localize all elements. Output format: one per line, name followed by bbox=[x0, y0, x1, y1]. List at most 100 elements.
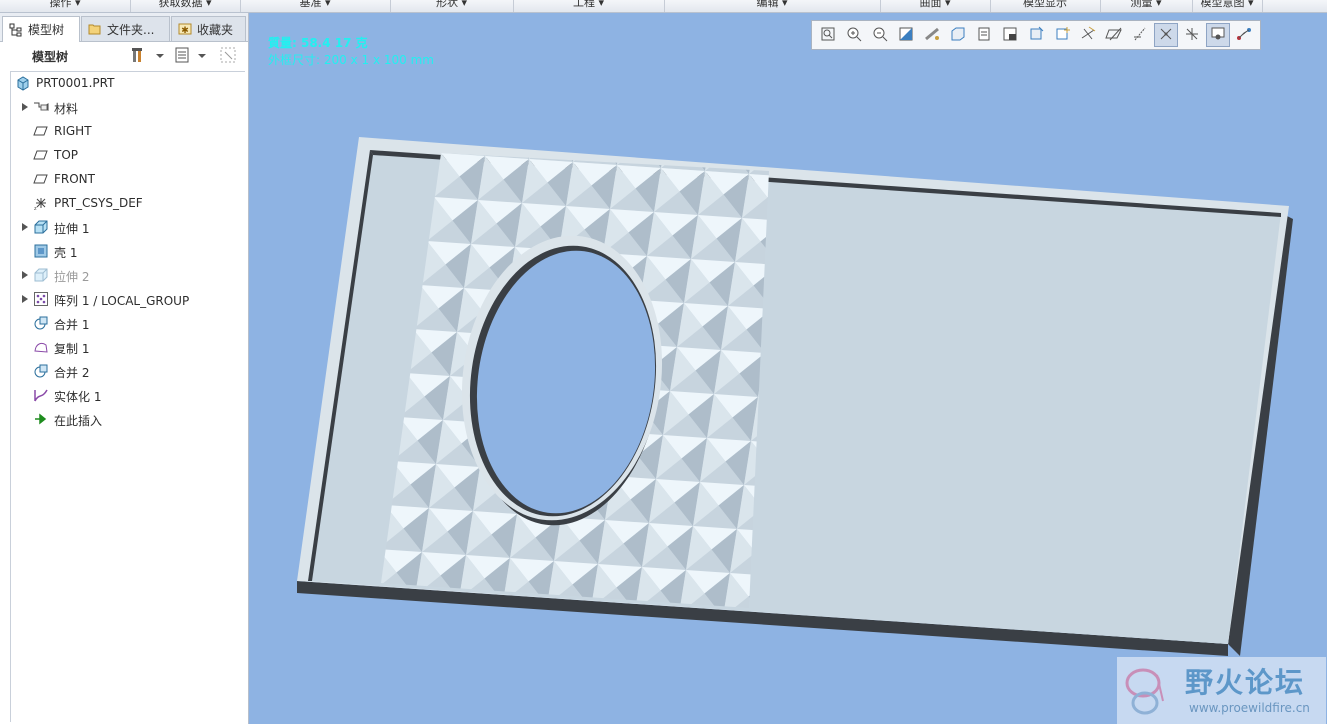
pyramid-face bbox=[404, 106, 448, 130]
tab-favorites[interactable]: ✱ 收藏夹 bbox=[171, 16, 246, 41]
ribbon-group-label: 曲面 ▾ bbox=[919, 0, 951, 9]
display-style-icon bbox=[949, 25, 967, 46]
pattern-icon bbox=[33, 291, 49, 307]
ribbon-group[interactable]: 操作 ▾ bbox=[0, 0, 131, 12]
tree-item[interactable]: 拉伸 2 bbox=[11, 264, 241, 286]
graphics-window[interactable]: 質量: 58.4 17 克 外框尺寸: 200 x 1 x 100 mm 野火论… bbox=[249, 13, 1327, 724]
expand-arrow-icon[interactable] bbox=[22, 103, 28, 111]
tree-item[interactable]: 在此插入 bbox=[11, 408, 241, 430]
tree-item[interactable]: 合并 2 bbox=[11, 360, 241, 382]
tree-item[interactable]: RIGHT bbox=[11, 120, 241, 142]
tree-item[interactable]: TOP bbox=[11, 144, 241, 166]
pyramid-face bbox=[492, 112, 536, 136]
pyramid-face bbox=[521, 605, 547, 608]
tree-item[interactable]: 合并 1 bbox=[11, 312, 241, 334]
pyramid-face bbox=[716, 641, 760, 665]
pyramid-face bbox=[716, 617, 742, 661]
tab-label: 模型树 bbox=[28, 23, 65, 37]
ribbon-group[interactable]: 曲面 ▾ bbox=[880, 0, 991, 12]
model-tree-toolbar: 模型树 bbox=[0, 42, 248, 68]
chevron-down-icon[interactable] bbox=[156, 54, 164, 58]
ribbon-group[interactable]: 获取数据 ▾ bbox=[130, 0, 241, 12]
expand-arrow-icon[interactable] bbox=[22, 271, 28, 279]
pyramid-face bbox=[433, 599, 459, 608]
spin-center-button[interactable] bbox=[1050, 23, 1074, 47]
pyramid-face bbox=[672, 638, 716, 662]
ribbon-group[interactable]: 测量 ▾ bbox=[1100, 0, 1193, 12]
ribbon-group-label: 模型显示 bbox=[1023, 0, 1067, 9]
ribbon-group[interactable]: 编辑 ▾ bbox=[664, 0, 881, 12]
repaint-button[interactable] bbox=[894, 23, 918, 47]
material-icon bbox=[33, 99, 49, 115]
tree-item-label: TOP bbox=[54, 148, 79, 162]
pyramid-face bbox=[756, 153, 769, 154]
annotation-display-button[interactable] bbox=[1206, 23, 1230, 47]
pyramid-face bbox=[661, 153, 705, 171]
show-list-icon[interactable] bbox=[173, 46, 191, 64]
plane-display-button[interactable] bbox=[1102, 23, 1126, 47]
tree-item-label: 拉伸 2 bbox=[54, 270, 90, 284]
tree-item[interactable]: FRONT bbox=[11, 168, 241, 190]
view-manager-icon bbox=[1001, 25, 1019, 46]
tree-item[interactable]: 壳 1 bbox=[11, 240, 241, 262]
pyramid-face bbox=[540, 605, 566, 608]
merge-icon bbox=[33, 315, 49, 331]
pyramid-face bbox=[320, 614, 364, 638]
pyramid-face bbox=[320, 590, 346, 634]
pyramid-face bbox=[624, 121, 668, 145]
ribbon-group[interactable]: 形状 ▾ bbox=[390, 0, 514, 12]
tree-item-label: 实体化 1 bbox=[54, 390, 102, 404]
tree-item-label: 阵列 1 / LOCAL_GROUP bbox=[54, 294, 190, 308]
spin-center-icon bbox=[1053, 25, 1071, 46]
zoom-in-button[interactable] bbox=[842, 23, 866, 47]
pyramid-face bbox=[448, 109, 492, 133]
chevron-down-icon[interactable] bbox=[198, 54, 206, 58]
datum-plane-icon bbox=[33, 171, 49, 187]
ribbon-group-label: 编辑 ▾ bbox=[756, 0, 788, 9]
tree-item[interactable]: 拉伸 1 bbox=[11, 216, 241, 238]
view-manager-button[interactable] bbox=[998, 23, 1022, 47]
ribbon-group-label: 形状 ▾ bbox=[435, 0, 468, 9]
tree-item[interactable]: 阵列 1 / LOCAL_GROUP bbox=[11, 288, 241, 310]
section-button[interactable] bbox=[1024, 23, 1048, 47]
merge-icon bbox=[33, 363, 49, 379]
pyramid-face bbox=[389, 596, 415, 608]
appearance-button[interactable] bbox=[1232, 23, 1256, 47]
pyramid-face bbox=[452, 599, 478, 608]
tab-folder-browser[interactable]: 文件夹... bbox=[81, 16, 170, 41]
expand-arrow-icon[interactable] bbox=[22, 295, 28, 303]
pyramid-face bbox=[536, 115, 580, 139]
saved-views-button[interactable] bbox=[972, 23, 996, 47]
tree-item[interactable]: 复制 1 bbox=[11, 336, 241, 358]
expand-arrow-icon[interactable] bbox=[22, 223, 28, 231]
axis-display-button[interactable] bbox=[1128, 23, 1152, 47]
display-style-button[interactable] bbox=[946, 23, 970, 47]
point-display-button[interactable] bbox=[1154, 23, 1178, 47]
pyramid-face bbox=[408, 620, 452, 644]
settings-tools-icon[interactable] bbox=[130, 46, 148, 64]
perspective-button[interactable] bbox=[920, 23, 944, 47]
tab-label: 文件夹... bbox=[107, 22, 155, 37]
filter-icon[interactable] bbox=[219, 46, 237, 64]
datum-display-button[interactable] bbox=[1076, 23, 1100, 47]
ribbon-group[interactable]: 模型意图 ▾ bbox=[1192, 0, 1263, 12]
ribbon-group[interactable]: 工程 ▾ bbox=[513, 0, 665, 12]
tree-item[interactable]: PRT0001.PRT bbox=[11, 72, 241, 94]
tree-item[interactable]: z PRT_CSYS_DEF bbox=[11, 192, 241, 214]
zoom-out-button[interactable] bbox=[868, 23, 892, 47]
pyramid-face bbox=[566, 608, 592, 652]
pyramid-face bbox=[654, 614, 680, 658]
tree-item[interactable]: 材料 bbox=[11, 96, 241, 118]
view-toolbar bbox=[811, 20, 1261, 50]
pyramid-face bbox=[584, 608, 610, 652]
tree-item[interactable]: 实体化 1 bbox=[11, 384, 241, 406]
insert-here-icon bbox=[33, 411, 49, 427]
tab-model-tree[interactable]: 模型树 bbox=[2, 16, 80, 42]
plate-model[interactable] bbox=[249, 13, 1327, 724]
datum-display-icon bbox=[1079, 25, 1097, 46]
refit-button[interactable] bbox=[816, 23, 840, 47]
ribbon-group[interactable]: 基准 ▾ bbox=[240, 0, 391, 12]
pyramid-face bbox=[364, 617, 408, 641]
csys-display-button[interactable] bbox=[1180, 23, 1204, 47]
ribbon-group[interactable]: 模型显示 bbox=[990, 0, 1101, 12]
